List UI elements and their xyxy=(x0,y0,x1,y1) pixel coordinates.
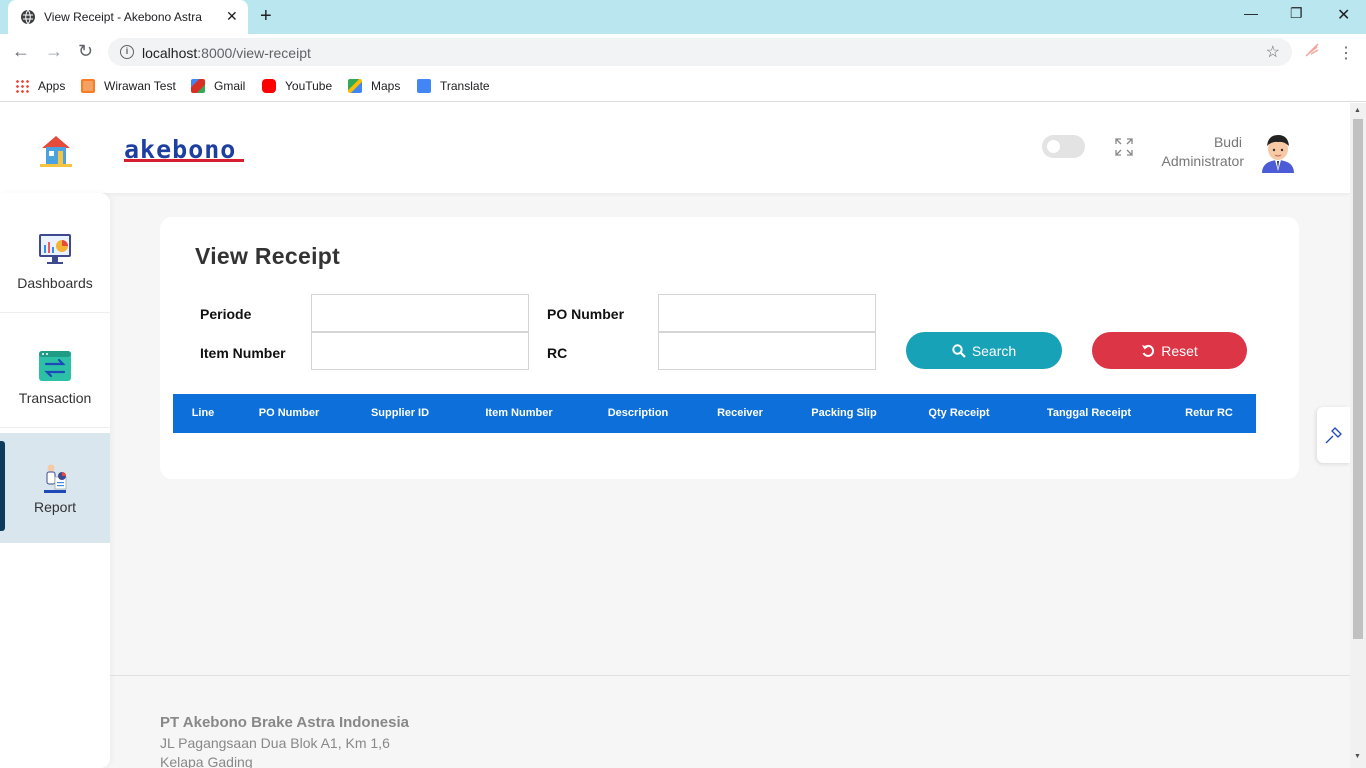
site-info-icon[interactable]: i xyxy=(120,45,134,59)
logo-underline xyxy=(124,159,244,162)
customizer-pin-tab[interactable] xyxy=(1317,407,1350,463)
sidebar-label-dashboards: Dashboards xyxy=(17,275,93,291)
report-person-icon xyxy=(44,464,67,493)
new-tab-icon[interactable]: + xyxy=(260,5,272,28)
scroll-up-icon[interactable]: ▲ xyxy=(1354,107,1361,114)
gmail-icon xyxy=(191,79,205,93)
browser-menu-icon[interactable]: ⋮ xyxy=(1338,43,1354,63)
periode-input[interactable] xyxy=(311,294,529,332)
active-indicator xyxy=(0,441,5,531)
restore-icon[interactable]: ❐ xyxy=(1290,5,1303,22)
footer-city: Kelapa Gading xyxy=(160,754,253,768)
column-header-packing-slip[interactable]: Packing Slip xyxy=(811,407,876,419)
window-close-icon[interactable]: ✕ xyxy=(1337,5,1350,25)
footer-address: JL Pagangsaan Dua Blok A1, Km 1,6 xyxy=(160,735,390,751)
item-number-label: Item Number xyxy=(200,345,286,361)
browser-tabstrip: View Receipt - Akebono Astra ✕ + — ❐ ✕ xyxy=(0,0,1366,34)
column-header-receiver[interactable]: Receiver xyxy=(717,407,763,419)
column-header-line[interactable]: Line xyxy=(192,407,215,419)
column-header-tanggal-receipt[interactable]: Tanggal Receipt xyxy=(1047,407,1131,419)
column-header-description[interactable]: Description xyxy=(608,407,669,419)
toggle-knob xyxy=(1047,140,1060,153)
search-button-label: Search xyxy=(971,342,1017,359)
theme-toggle[interactable] xyxy=(1042,135,1085,158)
reload-icon[interactable]: ↻ xyxy=(78,41,93,62)
bookmark-gmail[interactable]: Gmail xyxy=(191,77,245,95)
sidebar-divider xyxy=(0,312,110,313)
dashboard-chart-icon xyxy=(39,234,71,264)
extension-feather-icon[interactable] xyxy=(1304,42,1320,58)
globe-icon xyxy=(21,9,35,25)
app-viewport: akebono Budi Administrator Dashboards Tr… xyxy=(0,103,1350,768)
po-number-input[interactable] xyxy=(658,294,876,332)
browser-tab[interactable]: View Receipt - Akebono Astra ✕ xyxy=(8,0,248,34)
footer: PT Akebono Brake Astra Indonesia JL Paga… xyxy=(110,675,1350,768)
search-icon xyxy=(952,343,966,358)
page-title: View Receipt xyxy=(195,243,341,269)
column-header-retur-rc[interactable]: Retur RC xyxy=(1185,407,1233,419)
column-header-item-number[interactable]: Item Number xyxy=(485,407,552,419)
column-header-supplier-id[interactable]: Supplier ID xyxy=(371,407,429,419)
translate-icon xyxy=(417,79,431,93)
footer-company: PT Akebono Brake Astra Indonesia xyxy=(160,714,409,731)
search-button[interactable]: Search xyxy=(906,332,1062,369)
reset-button-label: Reset xyxy=(1161,342,1198,359)
rc-label: RC xyxy=(547,345,568,361)
app-header: akebono Budi Administrator xyxy=(0,103,1350,193)
youtube-icon xyxy=(262,79,276,93)
bookmark-maps[interactable]: Maps xyxy=(348,77,400,95)
bookmark-apps[interactable]: Apps xyxy=(15,77,65,95)
transaction-arrows-icon xyxy=(39,351,71,381)
bookmark-star-icon[interactable]: ☆ xyxy=(1266,42,1280,62)
column-header-qty-receipt[interactable]: Qty Receipt xyxy=(928,407,989,419)
reset-button[interactable]: Reset xyxy=(1092,332,1247,369)
close-tab-icon[interactable]: ✕ xyxy=(226,8,238,25)
tab-title: View Receipt - Akebono Astra xyxy=(44,10,202,24)
forward-icon[interactable]: → xyxy=(45,41,63,62)
rc-input[interactable] xyxy=(658,332,876,370)
address-bar[interactable]: i localhost:8000/view-receipt ☆ xyxy=(108,38,1292,66)
user-role: Administrator xyxy=(1161,153,1244,169)
sidebar-label-report: Report xyxy=(33,499,77,515)
home-icon[interactable] xyxy=(38,133,74,167)
bookmark-wirawan-test[interactable]: Wirawan Test xyxy=(81,77,176,95)
item-number-input[interactable] xyxy=(311,332,529,370)
sidebar-item-dashboards[interactable]: Dashboards xyxy=(0,201,110,313)
view-receipt-card: View Receipt Periode PO Number Item Numb… xyxy=(160,217,1299,479)
bookmarks-bar: Apps Wirawan Test Gmail YouTube Maps Tra… xyxy=(0,70,1366,102)
periode-label: Periode xyxy=(200,306,252,322)
url-text: localhost:8000/view-receipt xyxy=(142,45,311,61)
sidebar: Dashboards Transaction Report xyxy=(0,193,110,768)
user-avatar[interactable] xyxy=(1258,131,1298,173)
column-header-po-number[interactable]: PO Number xyxy=(259,407,320,419)
xampp-icon xyxy=(81,79,95,93)
bookmark-translate[interactable]: Translate xyxy=(417,77,490,95)
pin-icon xyxy=(1325,427,1342,444)
browser-toolbar: ← → ↻ i localhost:8000/view-receipt ☆ ⋮ xyxy=(0,34,1366,70)
sidebar-item-report[interactable]: Report xyxy=(0,433,110,543)
po-number-label: PO Number xyxy=(547,306,625,322)
scroll-down-icon[interactable]: ▼ xyxy=(1354,753,1361,760)
bookmark-youtube[interactable]: YouTube xyxy=(262,77,332,95)
apps-grid-icon xyxy=(15,79,29,93)
back-icon[interactable]: ← xyxy=(12,41,30,62)
sidebar-label-transaction: Transaction xyxy=(18,390,92,406)
scrollbar-thumb[interactable] xyxy=(1353,119,1363,639)
maps-icon xyxy=(348,79,362,93)
sidebar-item-transaction[interactable]: Transaction xyxy=(0,314,110,426)
fullscreen-icon[interactable] xyxy=(1115,138,1133,156)
undo-icon xyxy=(1142,344,1155,357)
user-name: Budi xyxy=(1213,134,1242,150)
receipt-table-header: Line PO Number Supplier ID Item Number D… xyxy=(173,394,1256,433)
sidebar-divider xyxy=(0,427,110,428)
page-scrollbar[interactable]: ▲ ▼ xyxy=(1350,103,1366,768)
minimize-icon[interactable]: — xyxy=(1244,5,1258,21)
